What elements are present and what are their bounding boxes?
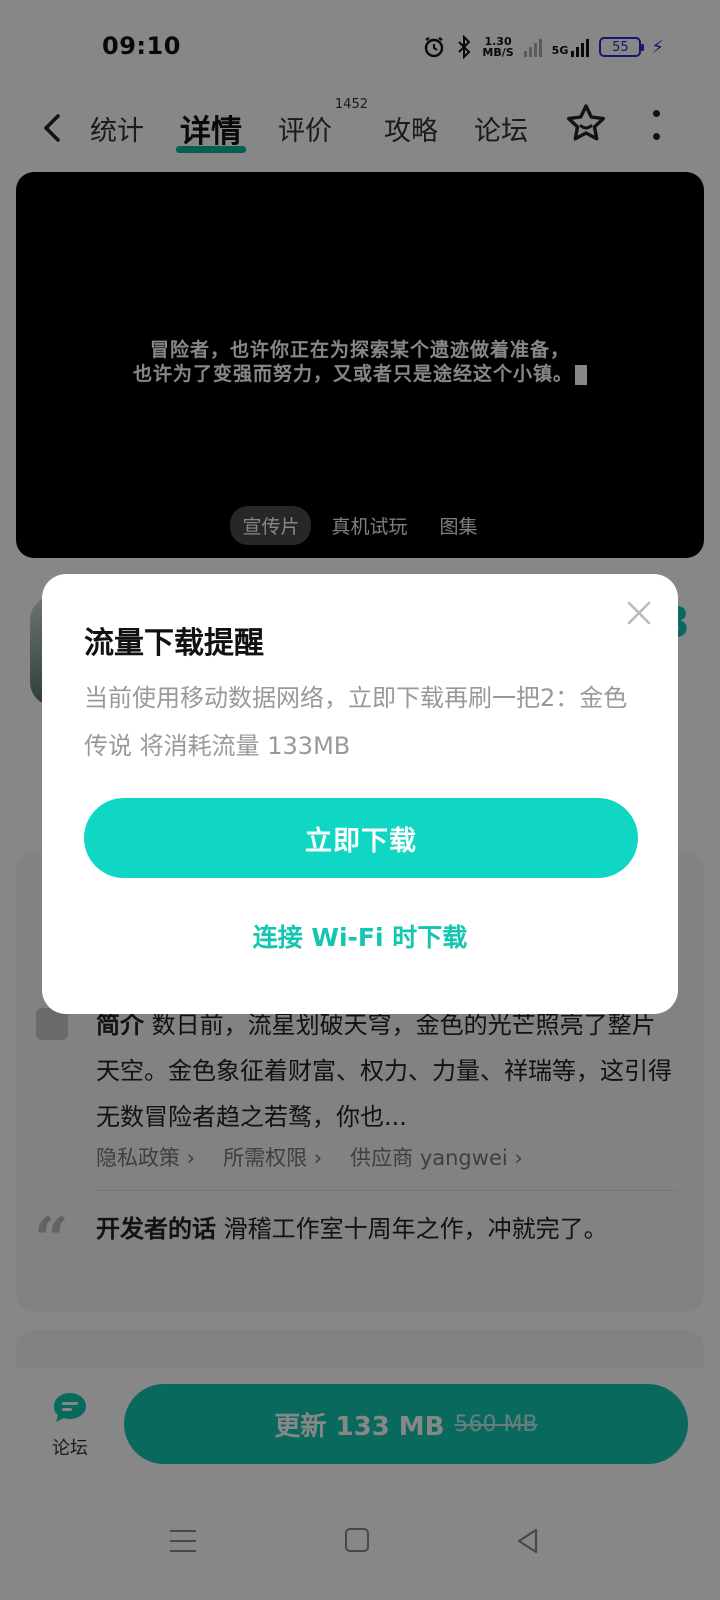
download-now-button[interactable]: 立即下载 bbox=[84, 798, 638, 878]
dialog-title: 流量下载提醒 bbox=[84, 626, 264, 661]
close-icon[interactable] bbox=[626, 600, 652, 626]
download-on-wifi-button[interactable]: 连接 Wi-Fi 时下载 bbox=[42, 918, 678, 954]
dialog-message: 当前使用移动数据网络，立即下载再刷一把2：金色传说 将消耗流量 133MB bbox=[84, 684, 628, 760]
data-download-dialog: 流量下载提醒 当前使用移动数据网络，立即下载再刷一把2：金色传说 将消耗流量 1… bbox=[42, 574, 678, 1014]
